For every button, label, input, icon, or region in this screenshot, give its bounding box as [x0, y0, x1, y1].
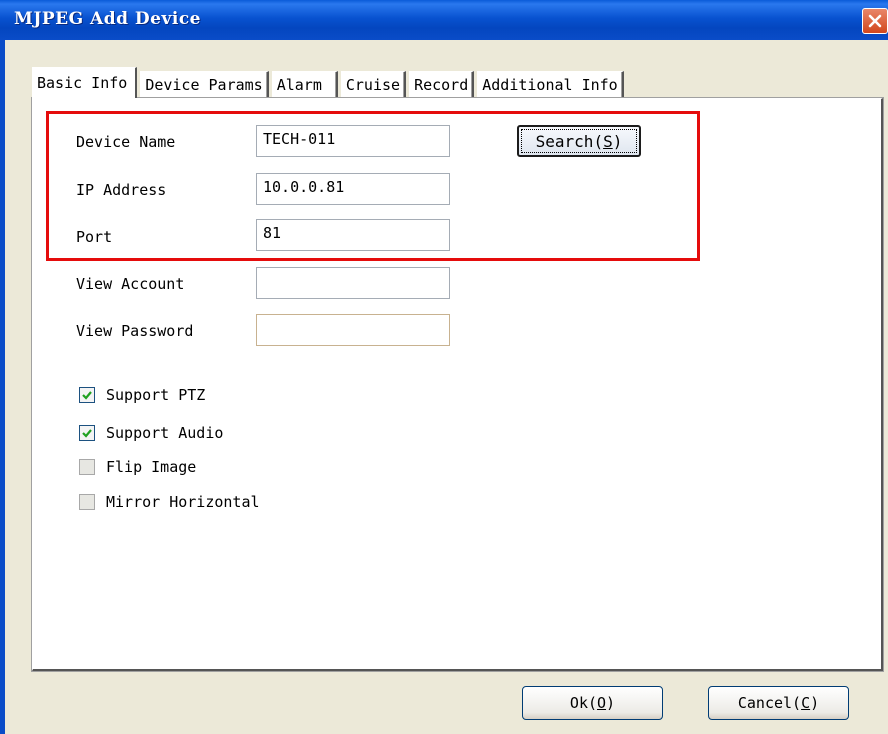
ok-hotkey: O	[597, 694, 607, 712]
search-hotkey: S	[603, 131, 613, 151]
device-name-field[interactable]: TECH-011	[256, 125, 450, 157]
cancel-button[interactable]: Cancel(C)	[708, 686, 849, 720]
tab-alarm[interactable]: Alarm	[271, 71, 338, 98]
window-frame	[0, 40, 5, 734]
device-name-label: Device Name	[76, 133, 176, 151]
view-account-field[interactable]	[256, 267, 450, 299]
close-icon	[868, 14, 882, 28]
title-bar[interactable]: MJPEG Add Device	[0, 0, 888, 40]
window-title: MJPEG Add Device	[14, 9, 201, 29]
mirror-horizontal-label: Mirror Horizontal	[106, 493, 260, 511]
tab-record[interactable]: Record	[409, 71, 475, 98]
view-account-label: View Account	[76, 275, 185, 293]
search-button[interactable]: Search(S)	[517, 125, 641, 157]
ip-address-field[interactable]: 10.0.0.81	[256, 173, 450, 205]
port-field[interactable]: 81	[256, 219, 450, 251]
ip-address-label: IP Address	[76, 181, 167, 199]
support-ptz-checkbox[interactable]	[79, 387, 95, 403]
checkmark-icon	[82, 429, 92, 438]
tab-basic-info[interactable]: Basic Info	[32, 67, 138, 98]
view-password-label: View Password	[76, 322, 194, 340]
tab-cruise[interactable]: Cruise	[340, 71, 407, 98]
close-button[interactable]	[862, 8, 888, 34]
flip-image-label: Flip Image	[106, 458, 197, 476]
support-ptz-option[interactable]: Support PTZ	[79, 386, 205, 404]
search-button-label: Search	[535, 131, 594, 151]
support-ptz-label: Support PTZ	[106, 386, 206, 404]
flip-image-option[interactable]: Flip Image	[79, 458, 196, 476]
support-audio-checkbox[interactable]	[79, 425, 95, 441]
port-label: Port	[76, 228, 113, 246]
checkmark-icon	[82, 391, 92, 400]
support-audio-option[interactable]: Support Audio	[79, 424, 223, 442]
add-device-dialog: MJPEG Add Device Basic Info Device Param…	[0, 0, 888, 734]
tab-device-params[interactable]: Device Params	[140, 71, 269, 98]
support-audio-label: Support Audio	[106, 424, 224, 442]
tab-additional-info[interactable]: Additional Info	[477, 71, 624, 98]
cancel-button-label: Cancel	[737, 694, 793, 712]
view-password-field[interactable]	[256, 314, 450, 346]
ok-button-label: Ok	[569, 694, 588, 712]
mirror-horizontal-checkbox[interactable]	[79, 494, 95, 510]
flip-image-checkbox[interactable]	[79, 459, 95, 475]
mirror-horizontal-option[interactable]: Mirror Horizontal	[79, 493, 260, 511]
tab-strip: Basic Info Device Params Alarm Cruise Re…	[32, 67, 627, 98]
cancel-hotkey: C	[801, 694, 811, 712]
ok-button[interactable]: Ok(O)	[522, 686, 663, 720]
